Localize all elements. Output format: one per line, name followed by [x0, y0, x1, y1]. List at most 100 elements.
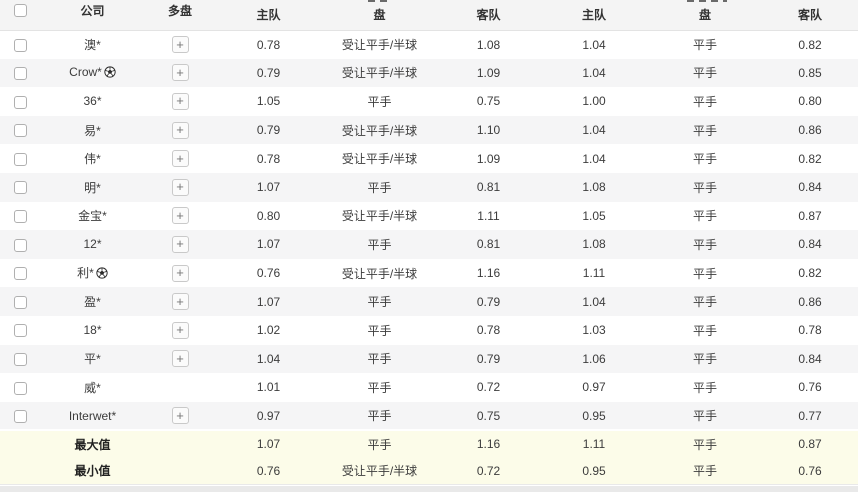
summary-away-live: 1.16 — [437, 430, 540, 457]
column-header-home-1: 主队 — [215, 0, 322, 30]
expand-odds-button[interactable]: + — [172, 236, 189, 253]
odds-away-initial: 0.82 — [762, 30, 858, 59]
expand-odds-button[interactable]: + — [172, 122, 189, 139]
row-checkbox[interactable] — [14, 124, 27, 137]
odds-home-initial: 1.05 — [540, 202, 648, 231]
handicap-initial: 平手 — [648, 345, 762, 374]
odds-home-initial: 1.04 — [540, 287, 648, 316]
column-header-handicap-2: 盘 — [648, 0, 762, 30]
handicap-initial: 平手 — [648, 402, 762, 431]
company-name[interactable]: 36* — [83, 94, 101, 108]
odds-away-live: 1.09 — [437, 59, 540, 88]
odds-away-live: 0.75 — [437, 87, 540, 116]
company-name[interactable]: 利* — [77, 266, 94, 280]
handicap-initial: 平手 — [648, 87, 762, 116]
select-all-checkbox[interactable] — [14, 4, 27, 17]
table-row: 明* + 1.07 平手 0.81 1.08 平手 0.84 — [0, 173, 858, 202]
odds-away-live: 0.81 — [437, 230, 540, 259]
handicap-initial: 平手 — [648, 144, 762, 173]
odds-home-initial: 1.04 — [540, 30, 648, 59]
expand-odds-button[interactable]: + — [172, 93, 189, 110]
odds-away-initial: 0.84 — [762, 345, 858, 374]
row-checkbox[interactable] — [14, 296, 27, 309]
row-checkbox[interactable] — [14, 239, 27, 252]
row-checkbox[interactable] — [14, 181, 27, 194]
row-checkbox[interactable] — [14, 324, 27, 337]
company-name[interactable]: 金宝* — [78, 209, 107, 223]
row-checkbox[interactable] — [14, 267, 27, 280]
summary-home-initial: 0.95 — [540, 457, 648, 484]
odds-home-live: 1.04 — [215, 345, 322, 374]
row-checkbox[interactable] — [14, 210, 27, 223]
expand-odds-button[interactable]: + — [172, 64, 189, 81]
odds-home-live: 1.07 — [215, 230, 322, 259]
table-row: Interwet* + 0.97 平手 0.75 0.95 平手 0.77 — [0, 402, 858, 431]
expand-odds-button[interactable]: + — [172, 407, 189, 424]
expand-odds-button[interactable]: + — [172, 207, 189, 224]
expand-odds-button[interactable]: + — [172, 350, 189, 367]
table-row: 易* + 0.79 受让平手/半球 1.10 1.04 平手 0.86 — [0, 116, 858, 145]
summary-handicap-initial: 平手 — [648, 457, 762, 484]
handicap-initial: 平手 — [648, 287, 762, 316]
company-name[interactable]: Interwet* — [69, 409, 116, 423]
table-header-row: 公司 多盘 主队 盘 客队 主队 盘 客队 — [0, 0, 858, 30]
handicap-live: 平手 — [322, 287, 437, 316]
handicap-live: 平手 — [322, 373, 437, 402]
odds-home-initial: 1.11 — [540, 259, 648, 288]
expand-odds-button[interactable]: + — [172, 265, 189, 282]
row-checkbox[interactable] — [14, 67, 27, 80]
expand-odds-button[interactable]: + — [172, 322, 189, 339]
odds-home-initial: 1.03 — [540, 316, 648, 345]
summary-label: 最小值 — [74, 464, 110, 478]
company-name[interactable]: 伟* — [84, 152, 101, 166]
handicap-live: 受让平手/半球 — [322, 116, 437, 145]
row-checkbox[interactable] — [14, 410, 27, 423]
table-row: 澳* + 0.78 受让平手/半球 1.08 1.04 平手 0.82 — [0, 30, 858, 59]
summary-away-live: 0.72 — [437, 457, 540, 484]
company-name[interactable]: 18* — [83, 323, 101, 337]
company-name[interactable]: 盈* — [84, 295, 101, 309]
summary-handicap-live: 平手 — [322, 430, 437, 457]
odds-home-initial: 0.97 — [540, 373, 648, 402]
expand-odds-button[interactable]: + — [172, 179, 189, 196]
column-header-away-2: 客队 — [762, 0, 858, 30]
odds-away-live: 1.09 — [437, 144, 540, 173]
odds-table: 公司 多盘 主队 盘 客队 主队 盘 客队 澳* + 0.78 受让平手/半球 … — [0, 0, 858, 484]
company-name[interactable]: 平* — [84, 352, 101, 366]
company-name[interactable]: 威* — [84, 381, 101, 395]
row-checkbox[interactable] — [14, 96, 27, 109]
odds-away-initial: 0.82 — [762, 144, 858, 173]
summary-away-initial: 0.87 — [762, 430, 858, 457]
company-name[interactable]: 易* — [84, 124, 101, 138]
row-checkbox[interactable] — [14, 153, 27, 166]
summary-handicap-initial: 平手 — [648, 430, 762, 457]
handicap-live: 受让平手/半球 — [322, 202, 437, 231]
company-name[interactable]: 12* — [83, 237, 101, 251]
table-row: 威* 1.01 平手 0.72 0.97 平手 0.76 — [0, 373, 858, 402]
odds-home-live: 0.78 — [215, 144, 322, 173]
odds-home-live: 0.79 — [215, 59, 322, 88]
table-row: 利* + 0.76 受让平手/半球 1.16 1.11 平手 0.82 — [0, 259, 858, 288]
row-checkbox[interactable] — [14, 39, 27, 52]
expand-odds-button[interactable]: + — [172, 36, 189, 53]
table-row: 18* + 1.02 平手 0.78 1.03 平手 0.78 — [0, 316, 858, 345]
odds-home-initial: 1.06 — [540, 345, 648, 374]
row-checkbox[interactable] — [14, 382, 27, 395]
company-name[interactable]: Crow* — [69, 65, 102, 79]
column-header-handicap-1: 盘 — [322, 0, 437, 30]
expand-odds-button[interactable]: + — [172, 150, 189, 167]
summary-row: 最小值 0.76 受让平手/半球 0.72 0.95 平手 0.76 — [0, 457, 858, 484]
handicap-live: 平手 — [322, 345, 437, 374]
row-checkbox[interactable] — [14, 353, 27, 366]
handicap-initial: 平手 — [648, 202, 762, 231]
company-name[interactable]: 澳* — [84, 38, 101, 52]
odds-home-live: 0.78 — [215, 30, 322, 59]
expand-odds-button[interactable]: + — [172, 293, 189, 310]
odds-away-initial: 0.85 — [762, 59, 858, 88]
company-name[interactable]: 明* — [84, 181, 101, 195]
summary-label: 最大值 — [74, 438, 110, 452]
column-header-company: 公司 — [40, 0, 145, 30]
table-row: Crow* + 0.79 受让平手/半球 1.09 1.04 平手 0.85 — [0, 59, 858, 88]
handicap-live: 平手 — [322, 230, 437, 259]
handicap-live: 受让平手/半球 — [322, 30, 437, 59]
